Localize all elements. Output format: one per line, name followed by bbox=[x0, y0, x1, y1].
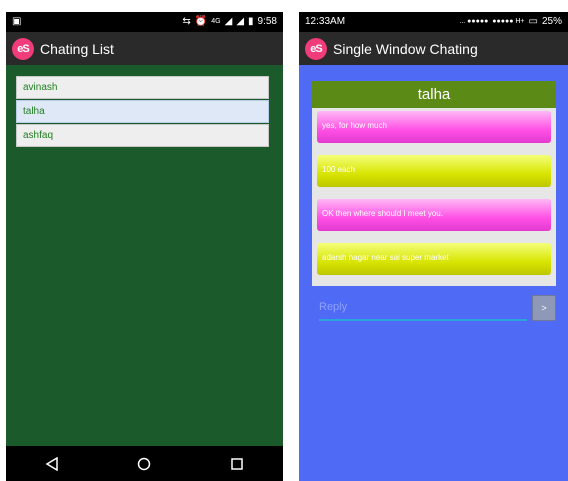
notification-icon: ▣ bbox=[12, 16, 22, 27]
battery-icon: ▭ bbox=[528, 16, 538, 27]
reply-row: > bbox=[319, 295, 556, 323]
page-title: Single Window Chating bbox=[333, 40, 478, 57]
message-bubble: yes, for how much bbox=[317, 111, 551, 143]
page-title: Chating List bbox=[40, 40, 114, 57]
app-logo: eS bbox=[12, 37, 34, 60]
home-icon[interactable] bbox=[132, 452, 156, 476]
message-list: yes, for how much 100 each OK then where… bbox=[312, 108, 556, 286]
back-icon[interactable] bbox=[40, 452, 64, 476]
list-item-talha[interactable]: talha bbox=[16, 100, 269, 123]
vibrate-icon: ⇆ bbox=[182, 16, 191, 27]
message-bubble: adarsh nagar near sai super market bbox=[317, 243, 551, 275]
send-button[interactable]: > bbox=[532, 295, 556, 321]
battery-icon: ▮ bbox=[248, 16, 254, 27]
contact-list: avinash talha ashfaq bbox=[16, 76, 269, 148]
app-bar: eS Single Window Chating bbox=[299, 32, 568, 65]
list-item-ashfaq[interactable]: ashfaq bbox=[16, 124, 269, 147]
clock: 12:33AM bbox=[305, 16, 346, 27]
single-chat-screen: 12:33AM ... ●●●●● ●●●●● H+ ▭ 25% eS Sing… bbox=[299, 12, 568, 481]
recents-icon[interactable] bbox=[225, 452, 249, 476]
contact-name-header: talha bbox=[312, 81, 556, 108]
signal-icon-2: ◢ bbox=[236, 16, 245, 27]
reply-input[interactable] bbox=[319, 295, 527, 321]
app-logo: eS bbox=[305, 37, 327, 60]
network-type: 4G bbox=[211, 18, 221, 25]
signal-icon: ◢ bbox=[224, 16, 233, 27]
navigation-bar bbox=[6, 446, 283, 481]
list-item-avinash[interactable]: avinash bbox=[16, 76, 269, 99]
status-bar: ▣ ⇆ ⏰ 4G ◢ ◢ ▮ 9:58 bbox=[6, 12, 283, 32]
clock: 9:58 bbox=[257, 16, 277, 27]
status-bar: 12:33AM ... ●●●●● ●●●●● H+ ▭ 25% bbox=[299, 12, 568, 32]
message-bubble: 100 each bbox=[317, 155, 551, 187]
message-bubble: OK then where should I meet you. bbox=[317, 199, 551, 231]
app-bar: eS Chating List bbox=[6, 32, 283, 65]
chat-list-screen: ▣ ⇆ ⏰ 4G ◢ ◢ ▮ 9:58 eS Chating List avin… bbox=[6, 12, 283, 481]
alarm-icon: ⏰ bbox=[194, 16, 208, 27]
carrier-signal-icon-2: ●●●●● H+ bbox=[492, 18, 525, 25]
carrier-signal-icon: ... ●●●●● bbox=[459, 18, 489, 25]
battery-level: 25% bbox=[541, 16, 562, 27]
